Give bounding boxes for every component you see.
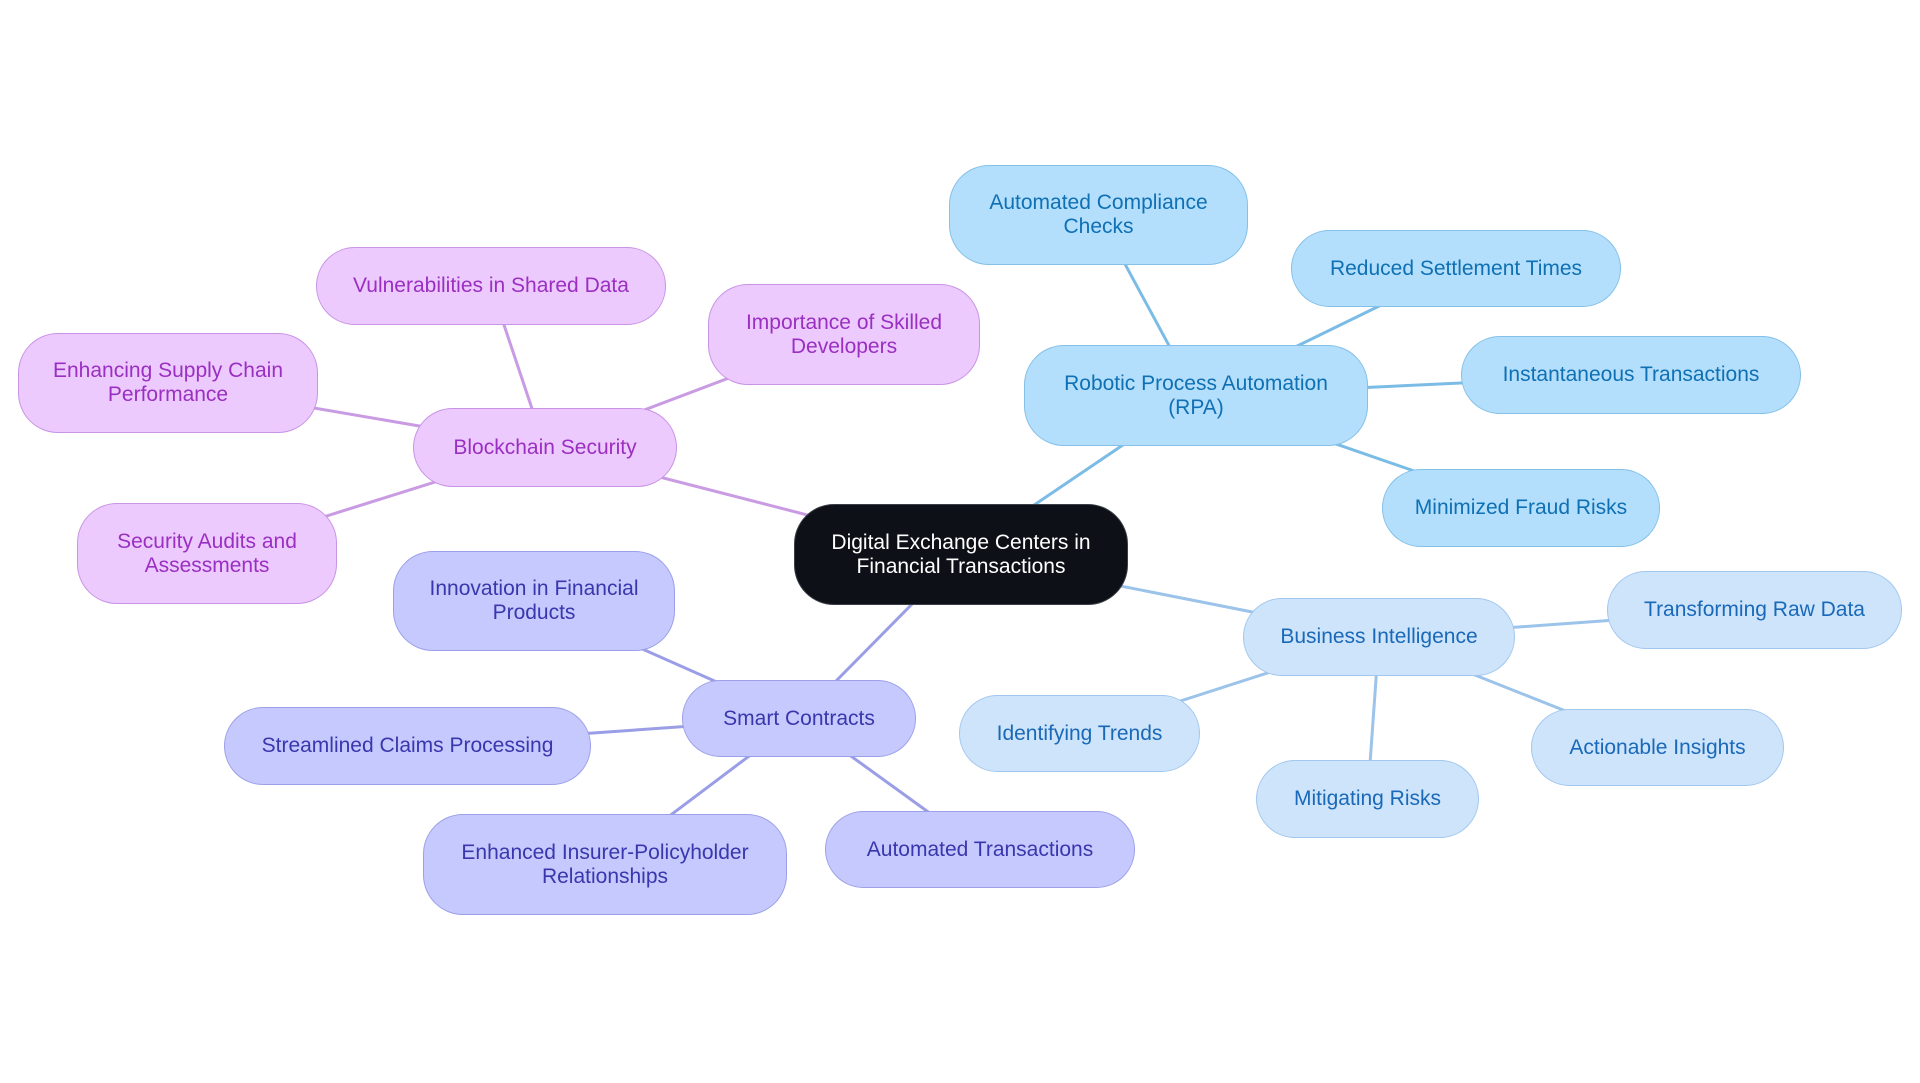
root-node-label: Digital Exchange Centers in Financial Tr… [831,530,1091,578]
leaf-label: Mitigating Risks [1293,787,1442,810]
branch-label: Smart Contracts [723,706,875,730]
leaf-node-supply-chain[interactable]: Enhancing Supply Chain Performance [18,333,318,433]
branch-node-blockchain-security[interactable]: Blockchain Security [413,408,677,487]
leaf-label: Identifying Trends [996,721,1163,745]
leaf-label: Minimized Fraud Risks [1414,496,1628,519]
branch-label: Blockchain Security [453,435,637,459]
leaf-node-raw-data[interactable]: Transforming Raw Data [1607,571,1902,649]
leaf-node-instantaneous-transactions[interactable]: Instantaneous Transactions [1461,336,1801,414]
leaf-label: Streamlined Claims Processing [261,734,554,757]
leaf-node-skilled-developers[interactable]: Importance of Skilled Developers [708,284,980,385]
leaf-label: Actionable Insights [1569,735,1746,759]
leaf-label: Importance of Skilled Developers [745,310,943,358]
branch-label: Business Intelligence [1280,625,1478,648]
branch-node-rpa[interactable]: Robotic Process Automation (RPA) [1024,345,1368,446]
leaf-node-automated-transactions[interactable]: Automated Transactions [825,811,1135,888]
root-node[interactable]: Digital Exchange Centers in Financial Tr… [794,504,1128,605]
leaf-label: Vulnerabilities in Shared Data [353,274,629,297]
leaf-node-vulnerabilities[interactable]: Vulnerabilities in Shared Data [316,247,666,325]
leaf-label: Security Audits and Assessments [117,529,297,577]
branch-node-smart-contracts[interactable]: Smart Contracts [682,680,916,757]
leaf-node-identifying-trends[interactable]: Identifying Trends [959,695,1200,772]
leaf-node-compliance-checks[interactable]: Automated Compliance Checks [949,165,1248,265]
leaf-node-insurer-relationships[interactable]: Enhanced Insurer-Policyholder Relationsh… [423,814,787,915]
leaf-node-claims-processing[interactable]: Streamlined Claims Processing [224,707,591,785]
branch-node-business-intelligence[interactable]: Business Intelligence [1243,598,1515,676]
leaf-label: Instantaneous Transactions [1502,363,1760,386]
leaf-label: Enhancing Supply Chain Performance [53,359,283,406]
leaf-label: Enhanced Insurer-Policyholder Relationsh… [461,840,749,888]
leaf-node-fraud-risks[interactable]: Minimized Fraud Risks [1382,469,1660,547]
leaf-node-actionable-insights[interactable]: Actionable Insights [1531,709,1784,786]
leaf-label: Automated Transactions [866,837,1094,861]
leaf-label: Transforming Raw Data [1644,598,1865,621]
leaf-label: Automated Compliance Checks [989,191,1208,238]
branch-label: Robotic Process Automation (RPA) [1064,371,1328,419]
leaf-node-settlement-times[interactable]: Reduced Settlement Times [1291,230,1621,307]
mind-map: Digital Exchange Centers in Financial Tr… [0,0,1920,1083]
leaf-label: Innovation in Financial Products [429,577,639,624]
leaf-node-mitigating-risks[interactable]: Mitigating Risks [1256,760,1479,838]
leaf-label: Reduced Settlement Times [1329,256,1583,280]
leaf-node-innovation-products[interactable]: Innovation in Financial Products [393,551,675,651]
leaf-node-security-audits[interactable]: Security Audits and Assessments [77,503,337,604]
